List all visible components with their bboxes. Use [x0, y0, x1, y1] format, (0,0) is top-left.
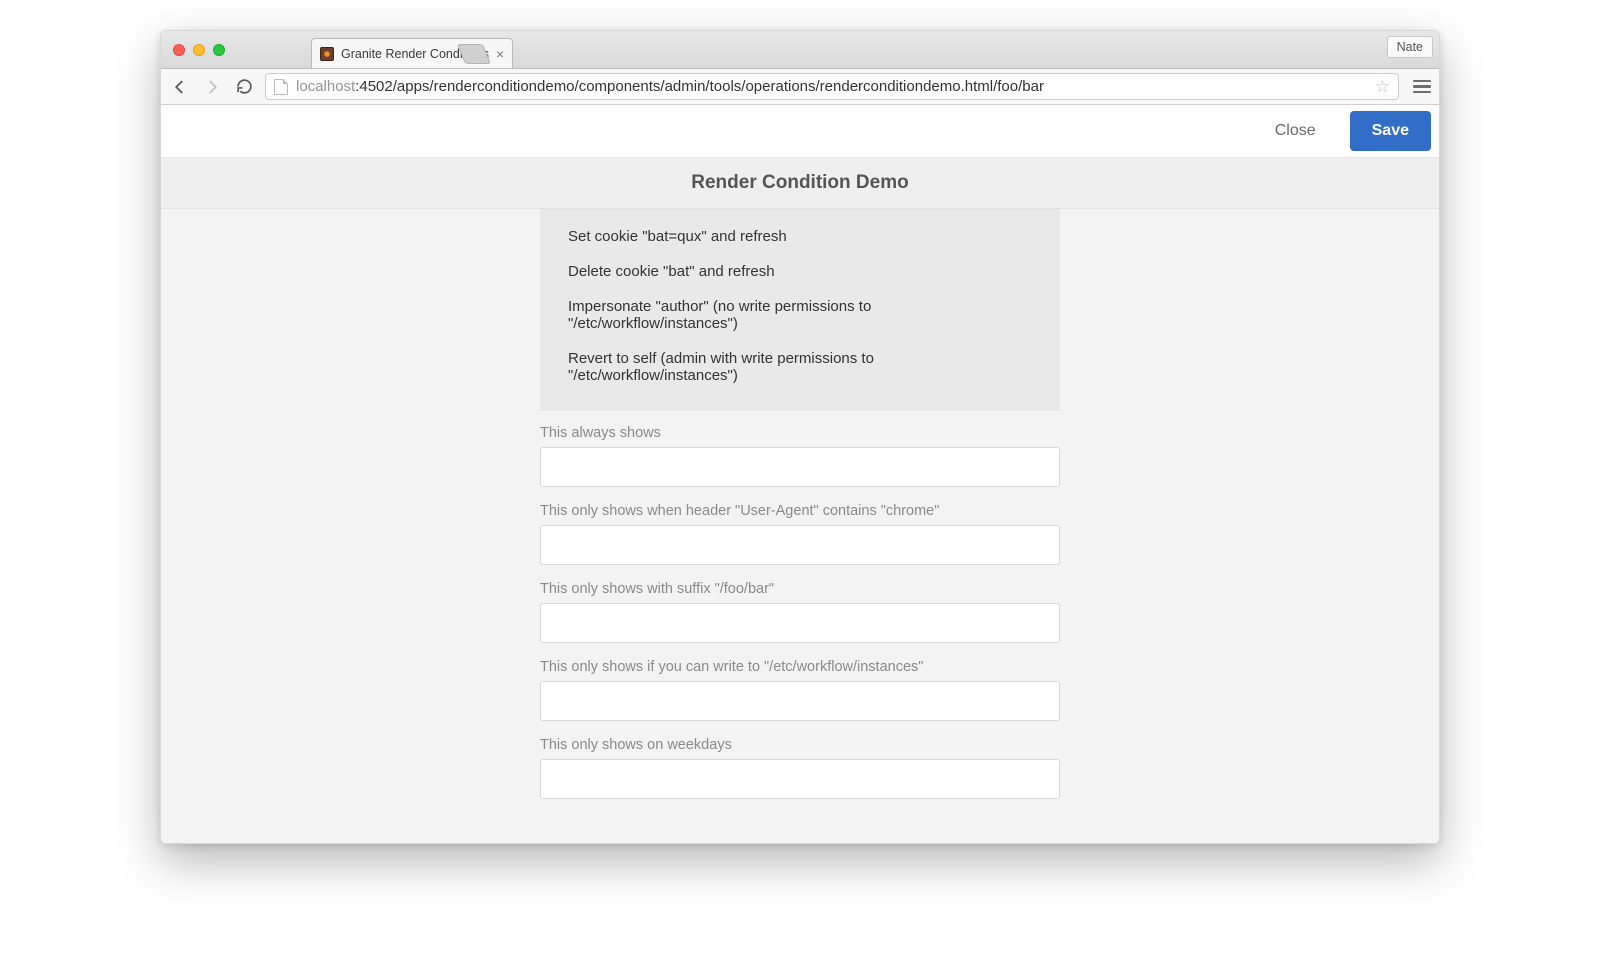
- content-area: Set cookie "bat=qux" and refresh Delete …: [161, 209, 1439, 843]
- form-field: This only shows if you can write to "/et…: [540, 659, 1060, 721]
- favicon-icon: [320, 47, 334, 61]
- forward-icon[interactable]: [201, 78, 223, 96]
- text-input[interactable]: [540, 447, 1060, 487]
- app-viewport: Close Save Render Condition Demo Set coo…: [161, 105, 1439, 843]
- field-label: This only shows on weekdays: [540, 737, 1060, 753]
- page-icon: [274, 79, 288, 95]
- profile-badge[interactable]: Nate: [1387, 36, 1433, 58]
- center-column: Set cookie "bat=qux" and refresh Delete …: [540, 209, 1060, 799]
- url-path: :4502/apps/renderconditiondemo/component…: [355, 78, 1044, 95]
- reload-icon[interactable]: [233, 78, 255, 95]
- url-text: localhost:4502/apps/renderconditiondemo/…: [296, 78, 1044, 95]
- url-host: localhost: [296, 78, 355, 95]
- text-input[interactable]: [540, 759, 1060, 799]
- address-bar[interactable]: localhost:4502/apps/renderconditiondemo/…: [265, 73, 1399, 100]
- save-button[interactable]: Save: [1350, 111, 1431, 151]
- back-icon[interactable]: [169, 78, 191, 96]
- text-input[interactable]: [540, 681, 1060, 721]
- titlebar: Granite Render Conditions × Nate: [161, 31, 1439, 69]
- browser-toolbar: localhost:4502/apps/renderconditiondemo/…: [161, 69, 1439, 105]
- menu-icon[interactable]: [1413, 80, 1431, 94]
- action-bar: Close Save: [161, 105, 1439, 158]
- form-field: This only shows on weekdays: [540, 737, 1060, 799]
- action-link-panel: Set cookie "bat=qux" and refresh Delete …: [540, 209, 1060, 411]
- form: This always shows This only shows when h…: [540, 411, 1060, 799]
- field-label: This only shows when header "User-Agent"…: [540, 503, 1060, 519]
- action-link[interactable]: Revert to self (admin with write permiss…: [540, 341, 1060, 393]
- page-title: Render Condition Demo: [161, 158, 1439, 209]
- maximize-window-icon[interactable]: [213, 44, 225, 56]
- window-controls: [161, 44, 225, 56]
- field-label: This only shows with suffix "/foo/bar": [540, 581, 1060, 597]
- form-field: This only shows with suffix "/foo/bar": [540, 581, 1060, 643]
- action-link[interactable]: Impersonate "author" (no write permissio…: [540, 289, 1060, 341]
- tab-close-icon[interactable]: ×: [496, 47, 504, 61]
- form-field: This always shows: [540, 425, 1060, 487]
- field-label: This always shows: [540, 425, 1060, 441]
- text-input[interactable]: [540, 525, 1060, 565]
- field-label: This only shows if you can write to "/et…: [540, 659, 1060, 675]
- close-button[interactable]: Close: [1253, 111, 1338, 151]
- bookmark-star-icon[interactable]: ☆: [1375, 77, 1390, 97]
- action-link[interactable]: Set cookie "bat=qux" and refresh: [540, 219, 1060, 254]
- close-window-icon[interactable]: [173, 44, 185, 56]
- action-link[interactable]: Delete cookie "bat" and refresh: [540, 254, 1060, 289]
- browser-window: Granite Render Conditions × Nate localho…: [160, 30, 1440, 844]
- minimize-window-icon[interactable]: [193, 44, 205, 56]
- text-input[interactable]: [540, 603, 1060, 643]
- form-field: This only shows when header "User-Agent"…: [540, 503, 1060, 565]
